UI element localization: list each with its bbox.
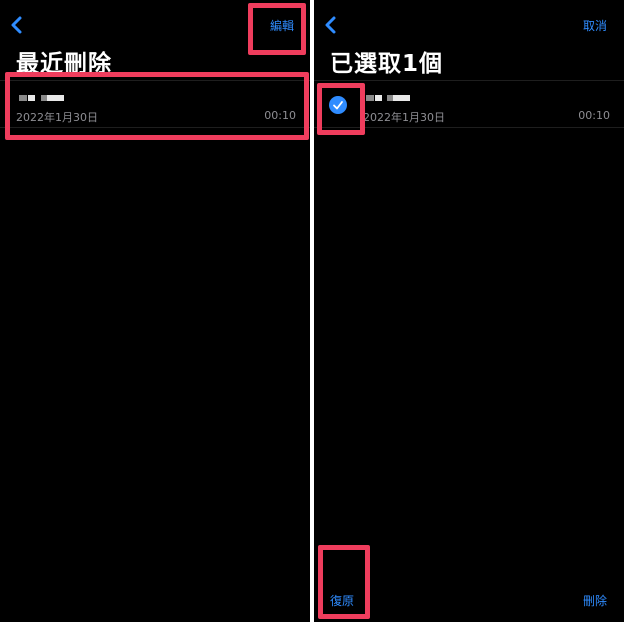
selection-screen: 取消 已選取1個 2022年1月30日 00:10 復原 刪除 — [314, 0, 624, 622]
recover-button[interactable]: 復原 — [330, 592, 354, 609]
recording-duration: 00:10 — [578, 109, 610, 122]
chevron-left-icon[interactable] — [322, 14, 340, 36]
redacted-name-part — [47, 95, 64, 101]
redacted-name-part — [19, 95, 27, 101]
recording-list-item[interactable]: 2022年1月30日 00:10 — [0, 80, 310, 128]
recording-list-item[interactable]: 2022年1月30日 00:10 — [314, 80, 624, 128]
edit-button[interactable]: 編輯 — [270, 17, 294, 34]
redacted-name-part — [366, 95, 374, 101]
checkmark-circle-icon[interactable] — [329, 96, 347, 114]
redacted-name-part — [28, 95, 35, 101]
recording-date: 2022年1月30日 — [16, 111, 98, 124]
redacted-name-part — [393, 95, 410, 101]
delete-button[interactable]: 刪除 — [583, 592, 607, 609]
recording-duration: 00:10 — [264, 109, 296, 122]
page-title: 已選取1個 — [330, 51, 444, 77]
recently-deleted-screen: 編輯 最近刪除 2022年1月30日 00:10 — [0, 0, 310, 622]
redacted-name-part — [375, 95, 382, 101]
page-title: 最近刪除 — [16, 51, 112, 77]
chevron-left-icon[interactable] — [8, 14, 26, 36]
cancel-button[interactable]: 取消 — [583, 17, 607, 34]
recording-date: 2022年1月30日 — [363, 111, 445, 124]
